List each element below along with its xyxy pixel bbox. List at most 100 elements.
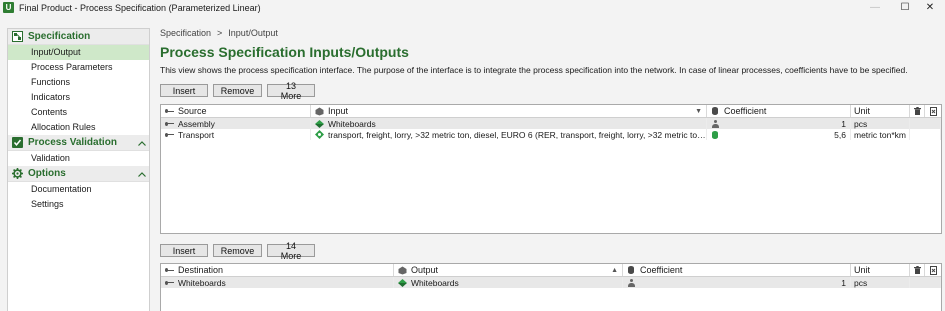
remove-output-button[interactable]: Remove [213,244,262,257]
cell-text: Whiteboards [178,277,226,288]
flow-icon [314,107,324,116]
title-bar: U Final Product - Process Specification … [0,0,945,15]
sidebar-section-label: Options [28,168,66,179]
cell-text: pcs [854,118,868,129]
column-header-label: Input [328,106,349,116]
chevron-up-icon[interactable] [135,169,149,179]
sidebar-item-indicators[interactable]: Indicators [8,90,149,105]
elementary-process-icon [314,130,324,139]
gear-icon [12,168,23,179]
more-output-button[interactable]: 14 More [267,241,315,261]
column-header-unit[interactable]: Unit [851,264,910,276]
sidebar-section-label: Specification [28,31,91,42]
app-icon: U [3,2,14,13]
column-header-label: Unit [854,265,871,275]
connector-icon [164,280,174,285]
cell-source: Assembly [161,118,311,129]
breadcrumb-separator: > [217,28,223,38]
database-icon [626,266,636,274]
minimize-button[interactable]: — [860,0,890,15]
breadcrumb-root[interactable]: Specification [160,28,211,40]
person-icon [710,119,720,128]
column-header-source[interactable]: Source [161,105,311,117]
cell-unit: pcs [851,277,910,288]
close-button[interactable]: ✕ [915,0,945,15]
main-content: Specification > Input/Output Process Spe… [160,28,945,311]
sidebar-section-process-validation[interactable]: Process Validation [8,135,149,151]
connector-icon [164,109,174,113]
cell-text: Assembly [178,118,215,129]
sidebar-item-documentation[interactable]: Documentation [8,182,149,197]
flow-icon [397,266,407,275]
sidebar: Specification Input/Output Process Param… [7,28,150,311]
outputs-grid-header: Destination Output ▲ Coefficient Unit [161,264,941,277]
connector-icon [164,132,174,137]
inputs-grid-header: Source Input ▼ Coefficient Unit [161,105,941,118]
dropdown-arrow-icon[interactable]: ▼ [695,108,702,115]
cell-text: Whiteboards [328,118,376,129]
delete-column-icon[interactable] [910,264,925,276]
cell-input: transport, freight, lorry, >32 metric to… [311,129,707,140]
cell-unit: metric ton*km [851,129,910,140]
sidebar-item-input-output[interactable]: Input/Output [8,45,149,60]
sidebar-section-options[interactable]: Options [8,166,149,182]
export-column-icon[interactable] [925,105,941,117]
sort-ascending-icon[interactable]: ▲ [611,267,618,274]
column-header-label: Unit [854,106,871,116]
cell-coefficient[interactable]: 1 [707,118,851,129]
cell-input: Whiteboards [311,118,707,129]
insert-input-button[interactable]: Insert [160,84,208,97]
cell-text: pcs [854,277,868,288]
chevron-up-icon[interactable] [135,138,149,148]
sidebar-item-allocation-rules[interactable]: Allocation Rules [8,120,149,135]
sidebar-item-contents[interactable]: Contents [8,105,149,120]
page-description: This view shows the process specificatio… [160,65,908,75]
breadcrumb-current: Input/Output [228,28,278,38]
sidebar-section-label: Process Validation [28,137,117,148]
table-row[interactable]: Transport transport, freight, lorry, >32… [161,129,941,140]
table-row[interactable]: Assembly Whiteboards 1 pcs [161,118,941,129]
column-header-coefficient[interactable]: Coefficient [707,105,851,117]
sidebar-item-functions[interactable]: Functions [8,75,149,90]
window-title: Final Product - Process Specification (P… [19,2,261,13]
column-header-unit[interactable]: Unit [851,105,910,117]
inputs-toolbar: Insert Remove 13 More [160,81,315,101]
more-input-button[interactable]: 13 More [267,81,315,101]
cell-text: Whiteboards [411,277,459,288]
cell-unit: pcs [851,118,910,129]
outputs-grid: Destination Output ▲ Coefficient Unit Wh… [160,263,942,311]
insert-output-button[interactable]: Insert [160,244,208,257]
cell-text: Transport [178,129,215,140]
column-header-label: Coefficient [640,265,683,275]
cell-coefficient[interactable]: 1 [623,277,851,288]
database-icon [710,130,720,139]
cell-text: 1 [841,118,846,129]
table-row[interactable]: Whiteboards Whiteboards 1 pcs [161,277,941,288]
cell-empty [910,129,941,140]
database-icon [710,107,720,115]
outputs-toolbar: Insert Remove 14 More [160,241,315,261]
export-column-icon[interactable] [925,264,941,276]
breadcrumb: Specification > Input/Output [160,28,945,40]
sidebar-item-settings[interactable]: Settings [8,197,149,212]
column-header-coefficient[interactable]: Coefficient [623,264,851,276]
column-header-destination[interactable]: Destination [161,264,394,276]
cell-text: 5,6 [834,129,846,140]
cell-coefficient[interactable]: 5,6 [707,129,851,140]
delete-column-icon[interactable] [910,105,925,117]
page-title: Process Specification Inputs/Outputs [160,44,409,60]
sidebar-item-validation[interactable]: Validation [8,151,149,166]
cell-empty [910,118,941,129]
cell-empty [910,277,941,288]
column-header-label: Destination [178,265,224,275]
connector-icon [164,268,174,272]
cell-text: metric ton*km [854,129,906,140]
sidebar-item-process-parameters[interactable]: Process Parameters [8,60,149,75]
column-header-output[interactable]: Output ▲ [394,264,623,276]
sidebar-section-specification[interactable]: Specification [8,29,149,45]
column-header-input[interactable]: Input ▼ [311,105,707,117]
cell-text: 1 [841,277,846,288]
cell-destination: Whiteboards [161,277,394,288]
remove-input-button[interactable]: Remove [213,84,262,97]
column-header-label: Source [178,106,207,116]
